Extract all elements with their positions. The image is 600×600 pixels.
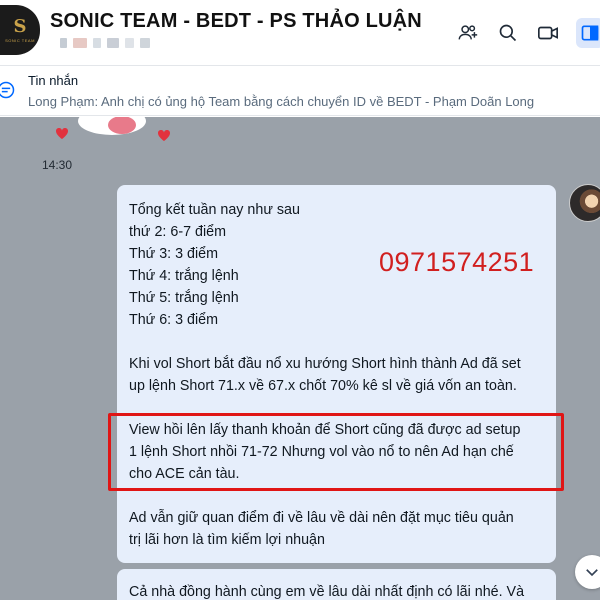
- member-avatar: [107, 38, 119, 48]
- message-line: up lệnh Short 71.x về 67.x chốt 70% kê s…: [129, 378, 517, 394]
- phone-number-overlay: 0971574251: [379, 247, 535, 277]
- message-line: thứ 2: 6-7 điểm: [129, 224, 226, 240]
- pin-message-icon: [0, 80, 16, 100]
- scroll-to-bottom-button[interactable]: [575, 555, 600, 589]
- chat-area[interactable]: 14:30 Tổng kết tuần nay như sau thứ 2: 6…: [0, 117, 600, 600]
- member-avatar: [140, 38, 150, 48]
- message-line: Thứ 6: 3 điểm: [129, 312, 219, 328]
- pinned-text: Long Phạm: Anh chị có ủng hộ Team bằng c…: [28, 94, 535, 109]
- sticker-image: [56, 117, 170, 141]
- group-title[interactable]: SONIC TEAM - BEDT - PS THẢO LUẬN: [50, 10, 422, 33]
- member-avatar: [125, 38, 134, 48]
- message-line: Ad vẫn giữ quan điểm đi về lâu về dài nê…: [129, 510, 514, 526]
- search-icon[interactable]: [496, 21, 520, 45]
- sender-avatar[interactable]: [569, 184, 600, 222]
- member-avatars[interactable]: [60, 38, 150, 48]
- chevron-down-icon: [586, 569, 598, 577]
- sidebar-toggle-icon[interactable]: [576, 18, 600, 48]
- member-avatar: [60, 38, 67, 48]
- message-line: Tổng kết tuần nay như sau: [129, 202, 300, 218]
- pinned-title: Tin nhắn: [28, 73, 79, 88]
- logo-mark: S: [13, 15, 27, 37]
- highlight-box: [108, 413, 564, 491]
- pinned-message-bar[interactable]: Tin nhắn Long Phạm: Anh chị có ủng hộ Te…: [0, 66, 600, 116]
- message-line: trị lãi hơn là tìm kiếm lợi nhuận: [129, 532, 325, 548]
- message-bubble[interactable]: Cả nhà đồng hành cùng em về lâu dài nhất…: [117, 569, 556, 600]
- member-avatar: [73, 38, 87, 48]
- member-avatar: [93, 38, 101, 48]
- add-member-icon[interactable]: [456, 21, 480, 45]
- message-line: Thứ 5: trắng lệnh: [129, 290, 239, 306]
- video-call-icon[interactable]: [536, 21, 560, 45]
- logo-text: SONIC TEAM: [5, 37, 35, 43]
- message-line: Khi vol Short bắt đầu nổ xu hướng Short …: [129, 356, 521, 372]
- message-time: 14:30: [42, 158, 73, 172]
- message-bubble[interactable]: Tổng kết tuần nay như sau thứ 2: 6-7 điể…: [117, 185, 556, 563]
- message-line: Cả nhà đồng hành cùng em về lâu dài nhất…: [129, 584, 525, 600]
- chat-header: S SONIC TEAM SONIC TEAM - BEDT - PS THẢO…: [0, 0, 600, 66]
- group-avatar[interactable]: S SONIC TEAM: [0, 5, 40, 55]
